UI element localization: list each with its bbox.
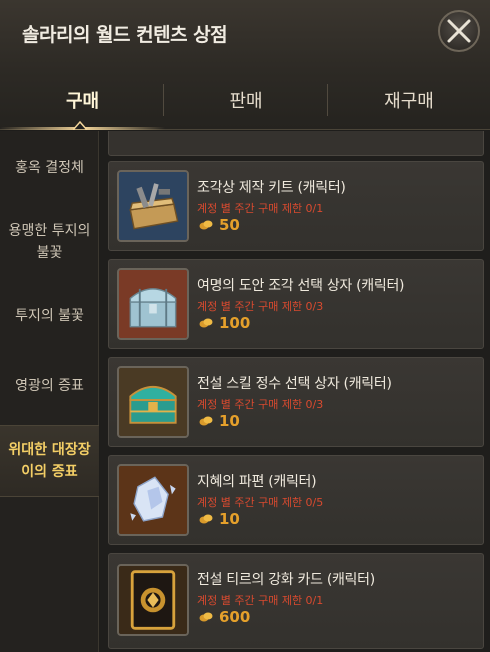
sidebar-item-glory-token[interactable]: 영광의 증표 bbox=[0, 357, 99, 415]
product-price: 100 bbox=[199, 314, 250, 332]
category-sidebar: 홍옥 결정체 용맹한 투지의 불꽃 투지의 불꽃 영광의 증표 위대한 대장장이… bbox=[0, 131, 99, 652]
tab-divider bbox=[163, 84, 164, 116]
active-tab-caret-icon bbox=[73, 121, 87, 130]
purchase-limit: 계정 별 주간 구매 제한 0/3 bbox=[197, 300, 324, 313]
price-value: 10 bbox=[219, 412, 240, 430]
gold-coin-icon bbox=[199, 514, 213, 524]
sidebar-item-brave-flame[interactable]: 용맹한 투지의 불꽃 bbox=[0, 207, 99, 277]
enhance-card-icon bbox=[119, 566, 187, 634]
shop-header: 솔라리의 월드 컨텐츠 상점 bbox=[0, 0, 490, 70]
teal-chest-icon bbox=[119, 368, 187, 436]
toolbox-icon bbox=[119, 172, 187, 240]
gold-coin-icon bbox=[199, 612, 213, 622]
tab-sell[interactable]: 판매 bbox=[165, 70, 327, 130]
product-card[interactable]: 지혜의 파편 (캐릭터) 계정 별 주간 구매 제한 0/5 10 bbox=[108, 455, 484, 545]
product-card[interactable]: 전설 스킬 정수 선택 상자 (캐릭터) 계정 별 주간 구매 제한 0/3 1… bbox=[108, 357, 484, 447]
purchase-limit: 계정 별 주간 구매 제한 0/1 bbox=[197, 202, 324, 215]
product-price: 10 bbox=[199, 412, 240, 430]
price-value: 600 bbox=[219, 608, 251, 626]
product-name: 지혜의 파편 (캐릭터) bbox=[197, 474, 317, 490]
close-button[interactable] bbox=[438, 10, 480, 52]
shop-tabs: 구매 판매 재구매 bbox=[0, 70, 490, 130]
product-name: 전설 티르의 강화 카드 (캐릭터) bbox=[197, 572, 375, 588]
tab-rebuy[interactable]: 재구매 bbox=[328, 70, 490, 130]
product-name: 여명의 도안 조각 선택 상자 (캐릭터) bbox=[197, 278, 405, 294]
product-list: 조각상 제작 키트 (캐릭터) 계정 별 주간 구매 제한 0/1 50 여명의… bbox=[100, 131, 490, 652]
tab-sell-label: 판매 bbox=[229, 91, 263, 112]
product-card[interactable]: 전설 티르의 강화 카드 (캐릭터) 계정 별 주간 구매 제한 0/1 600 bbox=[108, 553, 484, 649]
price-value: 100 bbox=[219, 314, 251, 332]
product-thumbnail bbox=[117, 366, 189, 438]
sidebar-item-ruby-crystal[interactable]: 홍옥 결정체 bbox=[0, 139, 99, 197]
close-icon bbox=[447, 19, 471, 43]
product-price: 600 bbox=[199, 608, 250, 626]
gold-coin-icon bbox=[199, 318, 213, 328]
purchase-limit: 계정 별 주간 구매 제한 0/5 bbox=[197, 496, 324, 509]
sidebar-item-label: 위대한 대장장이의 증표 bbox=[8, 442, 91, 480]
product-name: 전설 스킬 정수 선택 상자 (캐릭터) bbox=[197, 376, 392, 392]
gold-coin-icon bbox=[199, 416, 213, 426]
list-item[interactable] bbox=[108, 131, 484, 156]
product-card[interactable]: 조각상 제작 키트 (캐릭터) 계정 별 주간 구매 제한 0/1 50 bbox=[108, 161, 484, 251]
window-title: 솔라리의 월드 컨텐츠 상점 bbox=[22, 24, 228, 46]
product-thumbnail bbox=[117, 170, 189, 242]
product-card[interactable]: 여명의 도안 조각 선택 상자 (캐릭터) 계정 별 주간 구매 제한 0/3 … bbox=[108, 259, 484, 349]
crystal-shard-icon bbox=[119, 466, 187, 534]
product-thumbnail bbox=[117, 464, 189, 536]
silver-chest-icon bbox=[119, 270, 187, 338]
sidebar-item-label: 영광의 증표 bbox=[15, 378, 84, 394]
product-price: 50 bbox=[199, 216, 240, 234]
price-value: 10 bbox=[219, 510, 240, 528]
price-value: 50 bbox=[219, 216, 240, 234]
sidebar-item-flame[interactable]: 투지의 불꽃 bbox=[0, 287, 99, 345]
sidebar-item-label: 용맹한 투지의 불꽃 bbox=[8, 223, 91, 261]
purchase-limit: 계정 별 주간 구매 제한 0/1 bbox=[197, 594, 324, 607]
sidebar-item-label: 홍옥 결정체 bbox=[15, 160, 84, 176]
product-thumbnail bbox=[117, 268, 189, 340]
gold-coin-icon bbox=[199, 220, 213, 230]
sidebar-item-blacksmith-token[interactable]: 위대한 대장장이의 증표 bbox=[0, 425, 99, 497]
tab-rebuy-label: 재구매 bbox=[384, 91, 434, 112]
sidebar-item-label: 투지의 불꽃 bbox=[15, 308, 84, 324]
tab-buy-label: 구매 bbox=[65, 91, 100, 112]
product-price: 10 bbox=[199, 510, 240, 528]
purchase-limit: 계정 별 주간 구매 제한 0/3 bbox=[197, 398, 324, 411]
product-name: 조각상 제작 키트 (캐릭터) bbox=[197, 180, 346, 196]
product-thumbnail bbox=[117, 564, 189, 636]
